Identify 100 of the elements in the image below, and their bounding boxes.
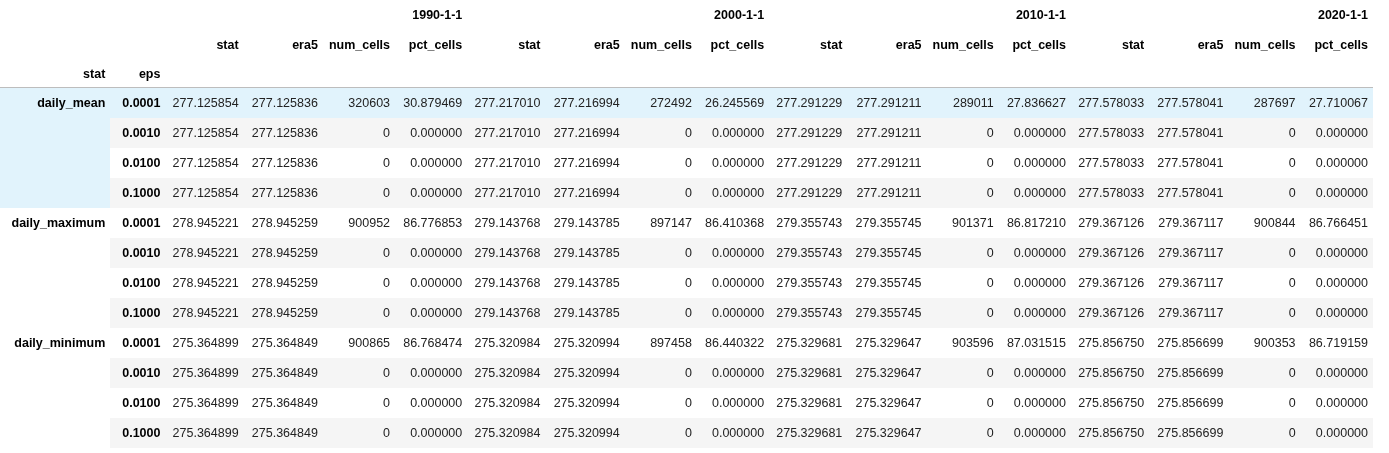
table-cell: 275.856699: [1149, 358, 1229, 388]
table-cell: 279.367117: [1149, 238, 1229, 268]
table-cell: 900844: [1228, 208, 1301, 238]
column-header: stat: [518, 38, 541, 52]
table-cell: 0: [1228, 148, 1301, 178]
table-cell: 279.367117: [1149, 208, 1229, 238]
table-cell: 279.367117: [1149, 298, 1229, 328]
table-cell: 275.320984: [467, 388, 546, 418]
table-cell: 900865: [322, 328, 396, 358]
table-cell: 0: [926, 418, 999, 448]
row-label: 0.1000: [110, 178, 166, 208]
table-cell: 27.710067: [1300, 87, 1373, 118]
table-cell: 86.719159: [1300, 328, 1373, 358]
table-cell: 0.000000: [1300, 358, 1373, 388]
table-cell: 275.856699: [1149, 418, 1229, 448]
table-cell: 0: [1228, 388, 1301, 418]
table-cell: 897147: [624, 208, 697, 238]
table-cell: 897458: [624, 328, 697, 358]
table-cell: 279.355745: [847, 268, 927, 298]
table-cell: 277.125836: [243, 178, 323, 208]
row-label: 0.0010: [110, 238, 166, 268]
table-cell: 901371: [926, 208, 999, 238]
table-cell: 0: [926, 148, 999, 178]
row-label: 0.0100: [110, 268, 166, 298]
column-header: num_cells: [630, 38, 692, 52]
table-cell: 275.856699: [1149, 388, 1229, 418]
table-cell: 278.945221: [165, 298, 244, 328]
table-cell: 275.364849: [243, 388, 323, 418]
table-cell: 0.000000: [395, 178, 468, 208]
table-cell: 279.143768: [467, 268, 546, 298]
table-cell: 0.000000: [1300, 178, 1373, 208]
column-header: era5: [1197, 38, 1224, 52]
table-cell: 30.879469: [395, 87, 468, 118]
table-cell: 279.143785: [545, 268, 625, 298]
table-cell: 279.355745: [847, 298, 927, 328]
index-name-header: stat: [83, 66, 106, 81]
table-cell: 275.329647: [847, 328, 927, 358]
table-cell: 0.000000: [696, 178, 770, 208]
table-cell: 0.000000: [696, 298, 770, 328]
table-cell: 0.000000: [998, 298, 1071, 328]
table-cell: 277.216994: [545, 118, 625, 148]
table-cell: 279.143785: [545, 238, 625, 268]
table-cell: 277.125854: [165, 148, 244, 178]
table-cell: 275.364849: [243, 418, 323, 448]
column-header: pct_cells: [408, 38, 463, 52]
table-cell: 277.125854: [165, 178, 244, 208]
table-cell: 86.776853: [395, 208, 468, 238]
table-cell: 278.945259: [243, 298, 323, 328]
table-cell: 279.143785: [545, 298, 625, 328]
table-cell: 275.364899: [165, 328, 244, 358]
table-cell: 0.000000: [395, 418, 468, 448]
table-cell: 277.125836: [243, 118, 323, 148]
table-cell: 275.320984: [467, 328, 546, 358]
table-cell: 279.355743: [769, 238, 848, 268]
table-cell: 278.945259: [243, 208, 323, 238]
column-group-header: 1990-1-1: [412, 8, 463, 22]
table-cell: 86.768474: [395, 328, 468, 358]
table-cell: 0.000000: [696, 148, 770, 178]
table-cell: 275.364899: [165, 388, 244, 418]
table-cell: 279.367126: [1070, 238, 1150, 268]
table-cell: 277.217010: [467, 178, 546, 208]
table-cell: 279.355743: [769, 268, 848, 298]
table-cell: 275.320984: [467, 418, 546, 448]
table-cell: 275.856699: [1149, 328, 1229, 358]
table-cell: 279.355745: [847, 208, 927, 238]
table-cell: 86.410368: [696, 208, 770, 238]
column-header: era5: [292, 38, 318, 52]
table-cell: 0.000000: [1300, 418, 1373, 448]
table-cell: 278.945221: [165, 208, 244, 238]
table-cell: 277.578033: [1070, 148, 1150, 178]
column-group-header: 2010-1-1: [1015, 8, 1066, 22]
table-cell: 0: [624, 298, 697, 328]
table-cell: 0: [322, 418, 396, 448]
column-header: pct_cells: [710, 38, 765, 52]
table-cell: 275.856750: [1070, 418, 1150, 448]
table-cell: 0.000000: [1300, 298, 1373, 328]
table-cell: 277.578033: [1070, 118, 1150, 148]
table-cell: 277.578041: [1149, 87, 1229, 118]
table-cell: 275.329647: [847, 358, 927, 388]
row-group-label: daily_mean: [37, 96, 106, 110]
table-cell: 0: [926, 358, 999, 388]
table-cell: 277.125854: [165, 118, 244, 148]
table-cell: 0.000000: [1300, 148, 1373, 178]
table-cell: 0: [322, 388, 396, 418]
table-cell: 279.367126: [1070, 208, 1150, 238]
table-cell: 26.245569: [696, 87, 770, 118]
table-cell: 275.320994: [545, 418, 625, 448]
table-cell: 0.000000: [998, 178, 1071, 208]
table-cell: 272492: [624, 87, 697, 118]
table-cell: 0: [1228, 268, 1301, 298]
table-cell: 0.000000: [696, 118, 770, 148]
table-cell: 277.578033: [1070, 87, 1150, 118]
table-cell: 0.000000: [998, 268, 1071, 298]
table-cell: 0.000000: [696, 388, 770, 418]
table-cell: 275.329647: [847, 418, 927, 448]
column-header: num_cells: [932, 38, 994, 52]
table-cell: 0: [926, 178, 999, 208]
row-group-label: daily_maximum: [11, 216, 106, 230]
column-header: era5: [593, 38, 620, 52]
table-cell: 277.291229: [769, 118, 848, 148]
